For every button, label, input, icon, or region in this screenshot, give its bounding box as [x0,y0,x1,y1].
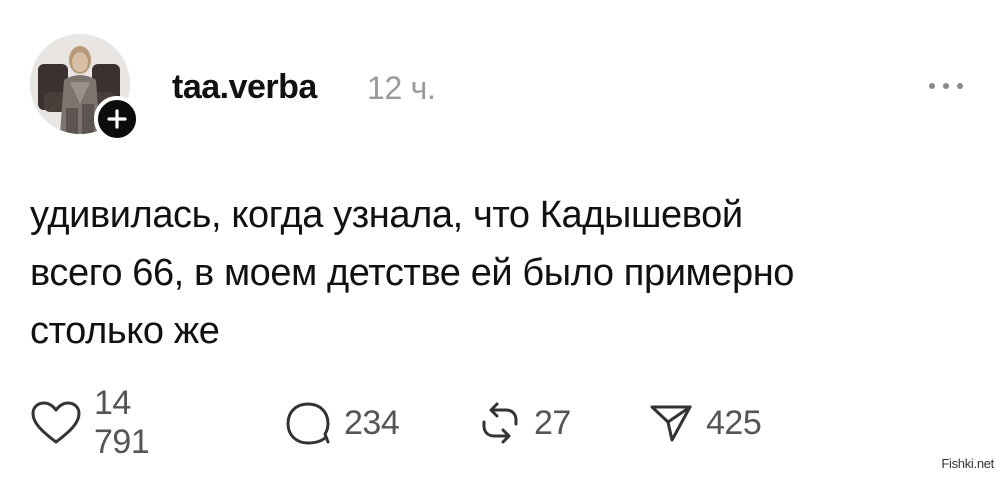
repost-count: 27 [534,403,571,442]
repost-arrows-icon [478,400,522,446]
heart-icon [30,400,82,446]
share-count: 425 [706,403,762,442]
post-text-line: столько же [30,310,220,352]
plus-icon [107,109,127,129]
comment-button[interactable]: 234 [284,400,400,446]
like-count: 14 791 [94,384,150,461]
post-timestamp: 12 ч. [367,70,436,106]
watermark: Fishki.net [941,456,994,471]
more-dots-icon [929,83,963,89]
post-text-line: удивилась, когда узнала, что Кадышевой [30,194,743,236]
post-card: taa.verba 12 ч. удивилась, когда узнала,… [0,0,1000,477]
like-button[interactable]: 14 791 [30,384,150,461]
more-options-button[interactable] [924,74,968,98]
avatar-container[interactable] [30,34,140,142]
post-text: удивилась, когда узнала, что Кадышевой в… [30,186,930,360]
paper-plane-icon [648,400,694,446]
repost-button[interactable]: 27 [478,400,571,446]
speech-bubble-icon [284,400,332,446]
post-text-line: всего 66, в моем детстве ей было примерн… [30,252,795,294]
comment-count: 234 [344,403,400,442]
share-button[interactable]: 425 [648,400,762,446]
username-link[interactable]: taa.verba [172,68,317,107]
follow-button[interactable] [94,96,140,142]
